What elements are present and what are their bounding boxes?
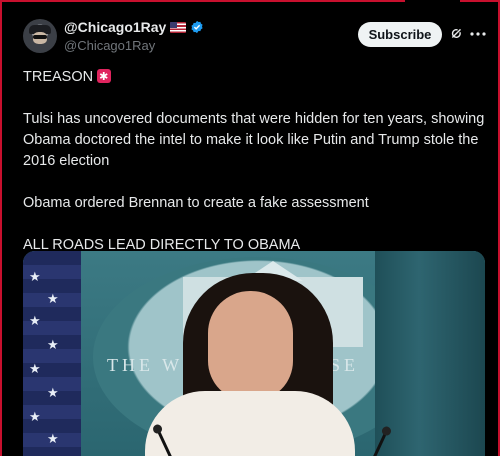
window-top-border [0,0,500,2]
verified-badge-icon [191,20,203,34]
speaker-jacket [145,391,355,456]
tweet-text: TREASON Tulsi has uncovered documents th… [23,67,488,256]
author-handle[interactable]: @Chicago1Ray [64,38,155,53]
subscribe-button[interactable]: Subscribe [358,22,442,47]
us-flag-icon [170,21,187,33]
tweet-line-3: Obama ordered Brennan to create a fake a… [23,195,369,211]
tweet-headline: TREASON [23,69,94,85]
tweet-video[interactable]: THE W USE ★ ★ ★ ★ ★ ★ ★ ★ [23,251,485,456]
speaker-face [208,291,293,401]
curtain [375,251,485,456]
tweet-line-2: Tulsi has uncovered documents that were … [23,111,485,169]
siren-emoji [97,67,112,88]
author-display-name[interactable]: @Chicago1Ray [64,19,166,35]
author-name-row: @Chicago1Ray [64,19,204,35]
background-flag: ★ ★ ★ ★ ★ ★ ★ ★ [23,251,81,456]
more-icon[interactable] [470,31,486,37]
tweet-line-1: TREASON [23,67,488,88]
avatar[interactable] [23,19,57,53]
backdrop-text-left: THE W [107,355,184,375]
grok-icon[interactable] [450,27,464,41]
